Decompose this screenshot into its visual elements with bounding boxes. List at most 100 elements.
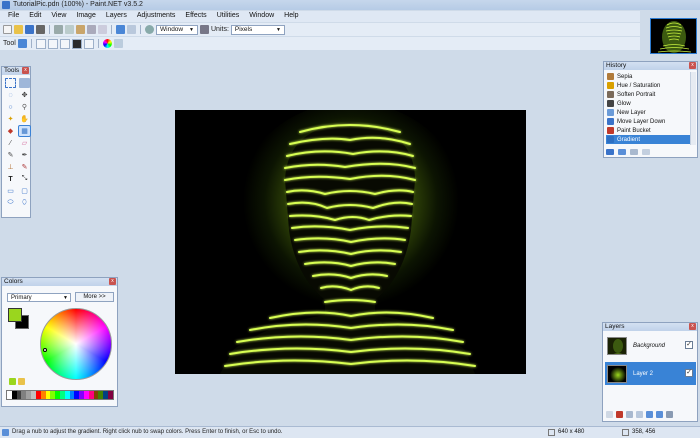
- deselect-icon[interactable]: [98, 25, 107, 34]
- rewind-icon[interactable]: [606, 149, 614, 155]
- cursor-position-icon: [622, 429, 629, 436]
- close-icon[interactable]: x: [689, 62, 696, 69]
- magic-wand-tool-icon[interactable]: ✦: [5, 114, 16, 124]
- move-layer-up-icon[interactable]: [646, 411, 653, 418]
- rectangle-select-tool-icon[interactable]: [5, 78, 16, 88]
- blend-mode-icon[interactable]: [113, 39, 123, 48]
- paint-bucket-tool-icon[interactable]: ◆: [5, 126, 16, 136]
- menu-layers[interactable]: Layers: [101, 11, 132, 22]
- rectangle-tool-icon[interactable]: ▭: [5, 186, 16, 196]
- pencil-tool-icon[interactable]: ✎: [5, 150, 16, 160]
- undo-icon[interactable]: [116, 25, 125, 34]
- color-palette: [6, 390, 114, 400]
- pan-tool-icon[interactable]: ✋: [19, 114, 30, 124]
- history-item[interactable]: Gradient: [606, 135, 691, 144]
- print-icon[interactable]: [36, 25, 45, 34]
- zoom-tool-icon[interactable]: ⚲: [19, 102, 30, 112]
- history-item[interactable]: Move Layer Down: [606, 117, 691, 126]
- menu-help[interactable]: Help: [279, 11, 303, 22]
- zoom-window-select[interactable]: Window ▼: [156, 24, 198, 35]
- units-select[interactable]: Pixels ▼: [230, 24, 285, 35]
- menu-utilities[interactable]: Utilities: [212, 11, 245, 22]
- conical-gradient-button[interactable]: [83, 38, 94, 49]
- zoom-icon[interactable]: [145, 25, 154, 34]
- menu-window[interactable]: Window: [244, 11, 279, 22]
- copy-icon[interactable]: [65, 25, 74, 34]
- layer-visibility-checkbox[interactable]: ✓: [685, 369, 693, 377]
- cut-icon[interactable]: [54, 25, 63, 34]
- grid-icon[interactable]: [200, 25, 209, 34]
- linear-gradient-button[interactable]: [35, 38, 46, 49]
- menu-effects[interactable]: Effects: [180, 11, 211, 22]
- color-wheel-marker[interactable]: [43, 348, 47, 352]
- layer-row-background[interactable]: Background ✓: [605, 334, 696, 357]
- history-item[interactable]: Soften Portrait: [606, 90, 691, 99]
- gradient-tool-icon[interactable]: [17, 39, 27, 48]
- move-selection-tool-icon[interactable]: ✥: [19, 90, 30, 100]
- paintbrush-tool-icon[interactable]: ⁄: [5, 138, 16, 148]
- ellipse-tool-icon[interactable]: ⬭: [5, 198, 16, 208]
- history-item[interactable]: Sepia: [606, 72, 691, 81]
- history-item[interactable]: Glow: [606, 99, 691, 108]
- image-canvas[interactable]: [175, 110, 526, 374]
- history-step-icon: [607, 100, 614, 107]
- reset-colors-icon[interactable]: [18, 378, 25, 385]
- history-item[interactable]: New Layer: [606, 108, 691, 117]
- primary-color-swatch[interactable]: [8, 308, 22, 322]
- redo-icon[interactable]: [127, 25, 136, 34]
- radial-gradient-button[interactable]: [71, 38, 82, 49]
- add-layer-icon[interactable]: [606, 411, 613, 418]
- cursor-position: 358, 456: [632, 429, 656, 435]
- gradient-tool-icon[interactable]: ▦: [18, 125, 31, 137]
- layer-row-layer-2[interactable]: Layer 2 ✓: [605, 362, 696, 385]
- delete-layer-icon[interactable]: [616, 411, 623, 418]
- duplicate-layer-icon[interactable]: [626, 411, 633, 418]
- menu-edit[interactable]: Edit: [24, 11, 46, 22]
- menu-image[interactable]: Image: [71, 11, 100, 22]
- merge-layer-icon[interactable]: [636, 411, 643, 418]
- eraser-tool-icon[interactable]: ▱: [19, 138, 30, 148]
- ellipse-select-tool-icon[interactable]: ○: [5, 102, 16, 112]
- move-layer-down-icon[interactable]: [656, 411, 663, 418]
- close-icon[interactable]: x: [689, 323, 696, 330]
- move-selected-tool-icon[interactable]: [19, 78, 30, 88]
- color-mode-select[interactable]: Primary ▼: [7, 293, 71, 302]
- history-item[interactable]: Paint Bucket: [606, 126, 691, 135]
- history-scrollbar[interactable]: [690, 72, 696, 145]
- history-item-label: Move Layer Down: [617, 118, 666, 125]
- redo-icon[interactable]: [630, 149, 638, 155]
- more-colors-button[interactable]: More >>: [75, 292, 114, 302]
- freeform-shape-tool-icon[interactable]: ⬯: [19, 198, 30, 208]
- color-wheel[interactable]: [40, 308, 112, 380]
- diamond-gradient-button[interactable]: [59, 38, 70, 49]
- clone-stamp-tool-icon[interactable]: ⊥: [5, 162, 16, 172]
- menu-view[interactable]: View: [46, 11, 71, 22]
- recolor-tool-icon[interactable]: ✎: [19, 162, 30, 172]
- menu-adjustments[interactable]: Adjustments: [132, 11, 181, 22]
- swap-colors-icon[interactable]: [9, 378, 16, 385]
- linear-reflected-gradient-button[interactable]: [47, 38, 58, 49]
- text-tool-icon[interactable]: T: [5, 174, 16, 184]
- paste-icon[interactable]: [76, 25, 85, 34]
- lasso-tool-icon[interactable]: ◌: [5, 90, 16, 100]
- rounded-rectangle-tool-icon[interactable]: ▢: [19, 186, 30, 196]
- units-label: Units:: [211, 26, 229, 33]
- layer-properties-icon[interactable]: [666, 411, 673, 418]
- palette-swatch[interactable]: [108, 391, 113, 399]
- menu-file[interactable]: File: [3, 11, 24, 22]
- open-icon[interactable]: [14, 25, 23, 34]
- image-thumbnail[interactable]: [650, 18, 697, 54]
- new-icon[interactable]: [3, 25, 12, 34]
- color-picker-tool-icon[interactable]: ✒: [19, 150, 30, 160]
- undo-icon[interactable]: [618, 149, 626, 155]
- line-tool-icon[interactable]: ⤡: [19, 174, 30, 184]
- save-icon[interactable]: [25, 25, 34, 34]
- close-icon[interactable]: x: [22, 67, 29, 74]
- layer-visibility-checkbox[interactable]: ✓: [685, 341, 693, 349]
- history-item-label: Paint Bucket: [617, 127, 651, 134]
- color-mode-icon[interactable]: [102, 39, 112, 48]
- close-icon[interactable]: x: [109, 278, 116, 285]
- crop-icon[interactable]: [87, 25, 96, 34]
- history-item[interactable]: Hue / Saturation: [606, 81, 691, 90]
- fast-forward-icon[interactable]: [642, 149, 650, 155]
